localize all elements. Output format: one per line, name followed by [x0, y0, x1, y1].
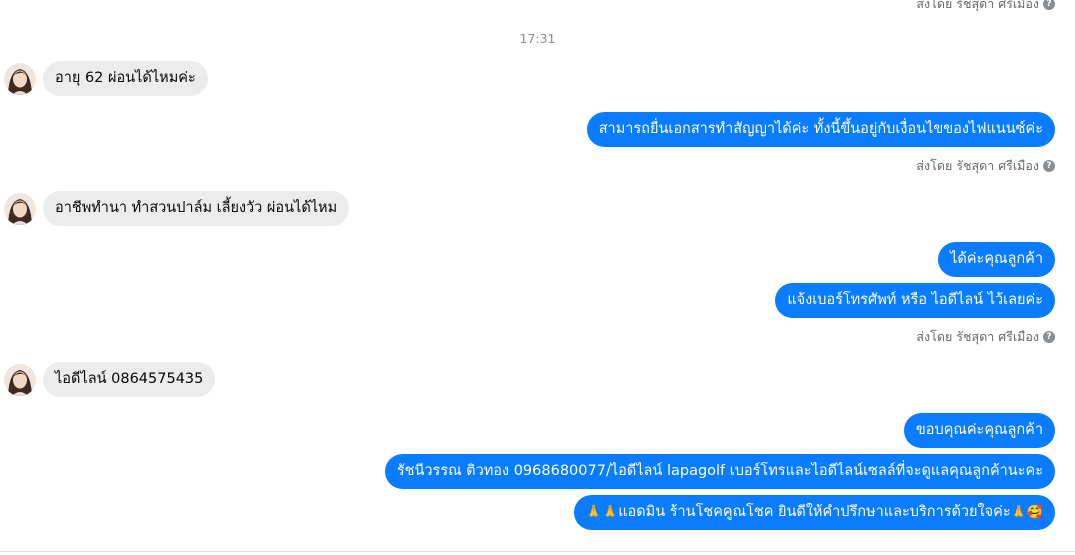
info-icon[interactable]: ? — [1043, 160, 1055, 172]
info-icon[interactable]: ? — [1043, 331, 1055, 343]
incoming-message-bubble[interactable]: อาชีพทำนา ทำสวนปาล์ม เลี้ยงวัว ผ่อนได้ไห… — [43, 191, 350, 226]
sent-by-label: ส่งโดย รัชสุดา ศรีเมือง ? — [916, 327, 1055, 347]
incoming-message-row: อาชีพทำนา ทำสวนปาล์ม เลี้ยงวัว ผ่อนได้ไห… — [4, 191, 350, 226]
avatar-image — [4, 363, 36, 396]
avatar-image — [4, 192, 36, 225]
avatar-image — [4, 62, 36, 95]
sent-by-label: ส่งโดย รัชสุดา ศรีเมือง ? — [916, 156, 1055, 176]
outgoing-message-bubble[interactable]: ขอบคุณค่ะคุณลูกค้า — [903, 413, 1055, 448]
outgoing-message-bubble[interactable]: ได้ค่ะคุณลูกค้า — [938, 242, 1055, 277]
incoming-message-bubble[interactable]: ไอดีไลน์ 0864575435 — [43, 362, 216, 397]
avatar[interactable] — [4, 62, 36, 95]
timestamp: 17:31 — [519, 31, 556, 46]
incoming-message-row: ไอดีไลน์ 0864575435 — [4, 362, 216, 397]
folded-hands-emoji: 🙏🙏 — [585, 505, 619, 520]
incoming-message-bubble[interactable]: อายุ 62 ผ่อนได้ไหมค่ะ — [43, 61, 208, 96]
outgoing-message-text: แอดมิน ร้านโชคคูณโชค ยินดีให้คำปรึกษาและ… — [618, 504, 1011, 520]
outgoing-message-bubble[interactable]: รัชนีวรรณ ติวทอง 0968680077/ไอดีไลน์ lap… — [384, 454, 1055, 489]
outgoing-message-bubble[interactable]: แจ้งเบอร์โทรศัพท์ หรือ ไอดีไลน์ ไว้เลยค่… — [775, 283, 1055, 318]
chat-thread: ส่งโดย รัชสุดา ศรีเมือง ? 17:31 อายุ 62 … — [0, 0, 1075, 555]
sent-by-label: ส่งโดย รัชสุดา ศรีเมือง ? — [916, 0, 1055, 14]
outgoing-message-bubble[interactable]: 🙏🙏แอดมิน ร้านโชคคูณโชค ยินดีให้คำปรึกษาแ… — [573, 495, 1055, 530]
composer-divider — [0, 551, 1075, 555]
incoming-message-row: อายุ 62 ผ่อนได้ไหมค่ะ — [4, 61, 208, 96]
avatar[interactable] — [4, 363, 36, 396]
info-icon[interactable]: ? — [1043, 0, 1055, 10]
smiling-face-with-hearts-emoji: 🙏🥰 — [1010, 505, 1043, 520]
avatar[interactable] — [4, 192, 36, 225]
outgoing-message-bubble[interactable]: สามารถยื่นเอกสารทำสัญญาได้ค่ะ ทั้งนี้ขึ้… — [586, 112, 1055, 147]
